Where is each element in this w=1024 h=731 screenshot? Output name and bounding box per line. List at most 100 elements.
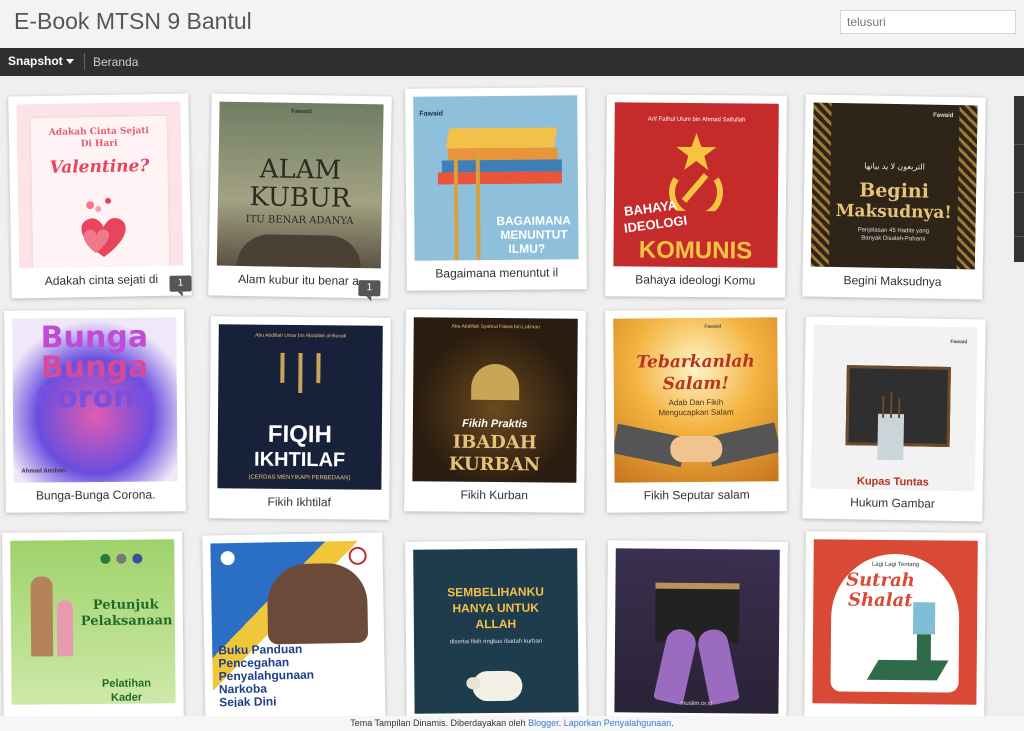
cover-subtitle: Fikih Praktis <box>462 417 528 431</box>
post-caption[interactable]: Bunga-Bunga Corona. <box>14 487 178 502</box>
post-caption[interactable]: Fikih Seputar salam <box>615 487 779 503</box>
post-card[interactable]: Adakah Cinta Sejati Di Hari Valentine? A… <box>8 93 192 299</box>
post-card[interactable]: Bunga Bunga Corona Ahmad Anshori Bunga-B… <box>4 309 186 513</box>
cover-subtitle: Pelatihan <box>101 677 151 690</box>
cover-title: Kupas Tuntas <box>856 475 929 489</box>
post-thumbnail[interactable]: Fawaid Kupas Tuntas <box>810 324 978 492</box>
post-thumbnail[interactable]: Fawaid التربعون لا يد بيانها Begini Maks… <box>810 102 978 270</box>
post-card[interactable]: Fawaid Tebarkanlah Salam! Adab Dan Fikih… <box>605 309 787 513</box>
post-caption[interactable]: Fikih Kurban <box>412 487 576 503</box>
cover-title: Valentine? <box>49 156 150 178</box>
view-navbar: Snapshot Beranda <box>0 48 1024 76</box>
cover-arabic-text: التربعون لا يد بيانها <box>864 161 925 172</box>
footer-text: Tema Tampilan Dinamis. Diberdayakan oleh <box>350 718 526 728</box>
cover-title: Tebarkanlah <box>636 351 755 373</box>
post-caption[interactable]: Bagaimana menuntut il <box>415 265 579 280</box>
post-caption[interactable]: Hukum Gambar <box>810 495 974 512</box>
cover-brand: muslim.or.id <box>680 700 713 708</box>
cover-subtitle: Kader <box>110 691 143 704</box>
search-input[interactable] <box>840 10 1016 34</box>
post-caption[interactable]: Alam kubur itu benar a <box>216 272 380 289</box>
comment-count-badge[interactable]: 1 <box>169 275 192 292</box>
post-card[interactable]: Fawaid ALAM KUBUR ITU BENAR ADANYA Alam … <box>208 93 392 299</box>
cover-author: Arif Fathul Ulum bin Ahmad Saifullah <box>647 116 746 124</box>
cover-title: Maksudnya! <box>835 200 952 224</box>
cover-title: BAGAIMANA <box>496 213 572 228</box>
cover-title: Begini <box>859 179 930 203</box>
nav-link-home[interactable]: Beranda <box>93 55 138 69</box>
post-card[interactable]: Abu Abdillah Umar bin Abdullah al-Buraik… <box>209 316 391 520</box>
cover-author: Abu Abdillah Syahrul Fatwa bin Lukman <box>451 323 540 331</box>
cover-brand: Fawaid <box>933 112 954 120</box>
post-thumbnail[interactable]: Bunga Bunga Corona Ahmad Anshori <box>12 317 178 483</box>
post-thumbnail[interactable]: Abu Abdillah Syahrul Fatwa bin Lukman Fi… <box>412 317 578 483</box>
post-caption[interactable]: Bahaya ideologi Komu <box>613 272 777 287</box>
post-card[interactable]: Buku Panduan Pencegahan Penyalahgunaan N… <box>202 532 386 731</box>
post-card[interactable]: Lagi Lagi Tentang Sutrah Shalat <box>804 531 986 731</box>
post-card[interactable]: SEMBELIHANKU HANYA UNTUK ALLAH disertai … <box>405 540 587 731</box>
cover-subtitle: Mengucapkan Salam <box>658 407 734 418</box>
cover-subtitle: ITU BENAR ADANYA <box>245 214 354 227</box>
post-caption[interactable] <box>213 711 377 714</box>
comment-count-badge[interactable]: 1 <box>358 280 381 297</box>
cover-brand: Fawaid <box>950 338 968 346</box>
cover-title: IKHTILAF <box>253 448 346 472</box>
post-card[interactable]: Arif Fathul Ulum bin Ahmad Saifullah BAH… <box>605 94 787 298</box>
post-caption[interactable]: Adakah cinta sejati di <box>19 272 183 289</box>
cover-subtitle: disertai fikih ringkas ibadah kurban <box>449 638 543 646</box>
cover-title: ILMU? <box>508 241 546 256</box>
view-selector-button[interactable]: Snapshot <box>8 54 74 68</box>
post-card[interactable]: Abu Abdillah Syahrul Fatwa bin Lukman Fi… <box>404 309 586 513</box>
caret-down-icon <box>65 59 74 65</box>
cover-title: Corona <box>34 379 155 416</box>
report-abuse-link[interactable]: Laporkan Penyalahgunaan <box>564 718 672 728</box>
sidebar-toggle[interactable] <box>1014 96 1024 262</box>
post-card[interactable]: Petunjuk Pelaksanaan Pelatihan Kader <box>2 531 184 731</box>
post-card[interactable]: muslim.or.id <box>606 540 788 731</box>
post-thumbnail[interactable]: Buku Panduan Pencegahan Penyalahgunaan N… <box>210 540 378 708</box>
blog-title[interactable]: E-Book MTSN 9 Bantul <box>14 8 252 35</box>
hearts-icon <box>81 197 126 257</box>
cover-brand: Fawaid <box>704 323 722 330</box>
post-caption[interactable]: Fikih Ikhtilaf <box>217 494 381 510</box>
cover-subtitle: Lagi Lagi Tentang <box>871 561 920 569</box>
footer-separator: . <box>558 718 562 728</box>
view-selector-label: Snapshot <box>8 54 63 68</box>
post-caption[interactable]: Begini Maksudnya <box>810 273 974 290</box>
cover-author: Abu Abdillah Umar bin Abdullah al-Buraik <box>255 332 347 340</box>
post-thumbnail[interactable]: Abu Abdillah Umar bin Abdullah al-Buraik… <box>217 324 383 490</box>
cover-title: MENUNTUT <box>500 227 568 242</box>
cover-title: Sutrah <box>846 569 915 592</box>
footer-end: . <box>671 718 674 728</box>
post-thumbnail[interactable]: muslim.or.id <box>614 548 780 714</box>
post-card[interactable]: Fawaid التربعون لا يد بيانها Begini Maks… <box>802 94 986 300</box>
nav-divider <box>84 53 85 70</box>
post-thumbnail[interactable]: Arif Fathul Ulum bin Ahmad Saifullah BAH… <box>613 102 779 268</box>
cover-title: Petunjuk <box>92 597 159 613</box>
cover-title: IBADAH <box>452 431 537 454</box>
post-card[interactable]: Fawaid BAGAIMANA MENUNTUT ILMU? Bagaiman… <box>405 87 587 291</box>
post-card[interactable]: Fawaid Kupas Tuntas Hukum Gambar <box>802 316 986 522</box>
post-thumbnail[interactable]: Adakah Cinta Sejati Di Hari Valentine? <box>16 101 184 269</box>
post-thumbnail[interactable]: SEMBELIHANKU HANYA UNTUK ALLAH disertai … <box>413 548 579 714</box>
post-caption[interactable] <box>12 709 176 710</box>
cover-title: Salam! <box>662 373 729 395</box>
cover-title: Sejak Dini <box>219 694 277 708</box>
cover-title: HANYA UNTUK <box>452 600 539 616</box>
post-thumbnail[interactable]: Fawaid ALAM KUBUR ITU BENAR ADANYA <box>216 101 384 269</box>
cover-title: Pelaksanaan <box>80 613 173 630</box>
cover-brand: Fawaid <box>419 110 444 118</box>
cover-title: ALLAH <box>475 616 517 632</box>
footer: Tema Tampilan Dinamis. Diberdayakan oleh… <box>0 716 1024 731</box>
cover-title: KURBAN <box>448 453 541 476</box>
cover-title: FIQIH <box>267 420 332 449</box>
post-thumbnail[interactable]: Lagi Lagi Tentang Sutrah Shalat <box>812 539 978 705</box>
cover-title: SEMBELIHANKU <box>447 584 544 600</box>
post-thumbnail[interactable]: Petunjuk Pelaksanaan Pelatihan Kader <box>10 539 176 705</box>
cover-title: KOMUNIS <box>638 236 753 265</box>
post-thumbnail[interactable]: Fawaid Tebarkanlah Salam! Adab Dan Fikih… <box>613 317 779 483</box>
blogger-link[interactable]: Blogger <box>528 718 559 728</box>
cover-subtitle: Banyak Disalah-Pahami <box>861 235 926 243</box>
post-caption[interactable] <box>812 709 976 710</box>
post-thumbnail[interactable]: Fawaid BAGAIMANA MENUNTUT ILMU? <box>413 95 579 261</box>
